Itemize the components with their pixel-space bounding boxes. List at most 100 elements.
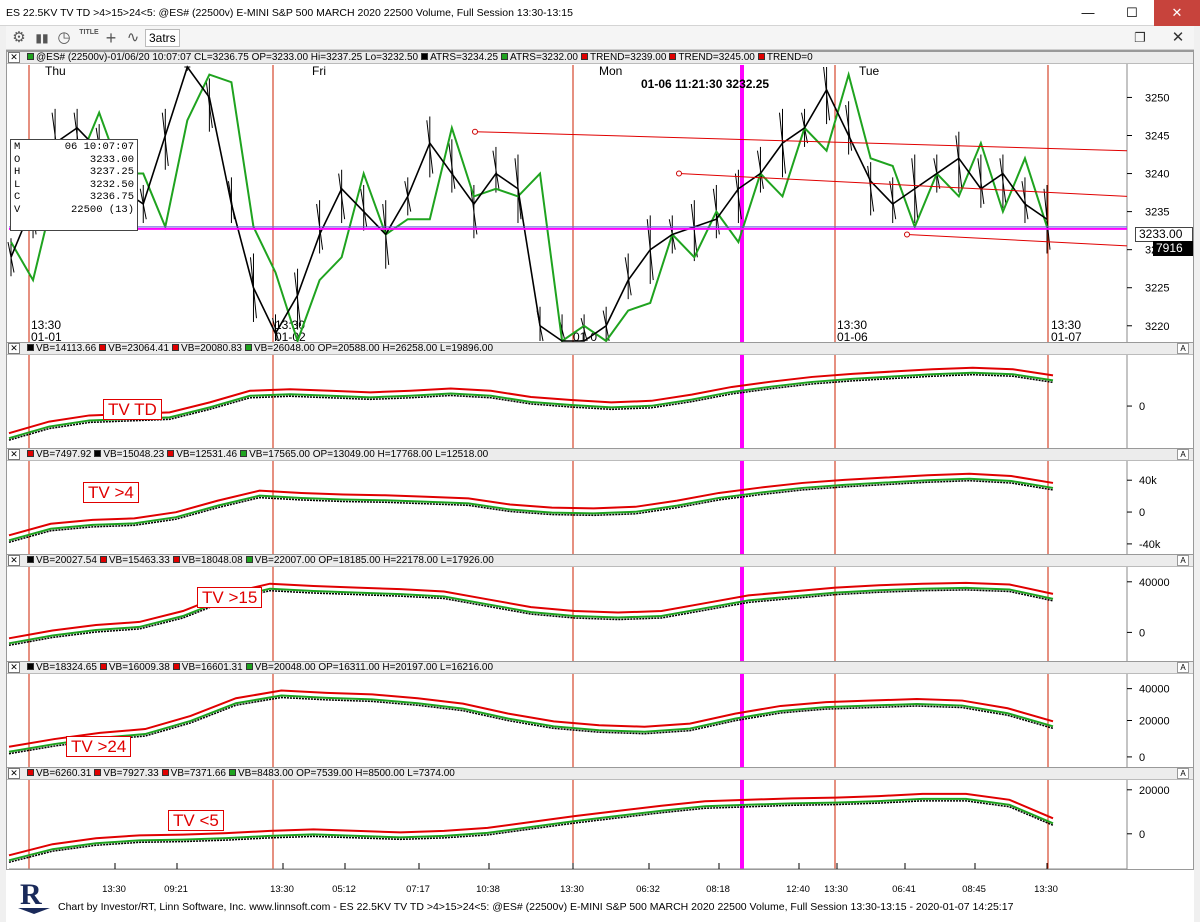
indicator-tick-label: 40k — [1139, 475, 1157, 487]
legend-swatch — [501, 53, 509, 60]
legend-swatch — [99, 344, 107, 351]
chart-area[interactable]: 3250324532403235323032253220ThuFriMonTue… — [6, 50, 1194, 870]
indicator-legend: VB=18324.65 VB=16009.38 VB=16601.31 VB=2004… — [24, 662, 493, 673]
ohlc-low: 3232.50 — [89, 178, 134, 191]
auto-scale-button[interactable]: A — [1177, 555, 1189, 566]
ohlc-volume: 22500 (13) — [70, 203, 134, 216]
legend-swatch — [172, 556, 180, 563]
legend-swatch — [27, 450, 34, 457]
legend-swatch — [27, 344, 34, 351]
price-tick-label: 3250 — [1145, 92, 1169, 104]
legend-entry: TREND=0 — [766, 52, 813, 63]
ohlc-open: 3233.00 — [89, 153, 134, 166]
clock-icon[interactable]: ◷ — [53, 28, 75, 48]
bottom-axis-time-label: 09:21 — [164, 884, 188, 895]
day-label: Tue — [859, 64, 880, 78]
close-pane-icon[interactable]: ✕ — [8, 449, 20, 460]
indicator-green-line — [8, 371, 1054, 440]
close-pane-icon[interactable]: ✕ — [8, 768, 20, 779]
legend-swatch — [161, 769, 169, 776]
trend-line — [906, 233, 1128, 247]
indicator-legend: VB=20027.54 VB=15463.33 VB=18048.08 VB=2200… — [24, 555, 494, 566]
indicator-tick-label: 0 — [1139, 507, 1145, 519]
window-title-bar[interactable]: ES 22.5KV TV TD >4>15>24<5: @ES# (22500v… — [0, 0, 1200, 26]
indicator-tick-label: 0 — [1139, 627, 1145, 639]
bottom-axis-time-label: 06:41 — [892, 884, 916, 895]
bottom-axis-time-label: 10:38 — [476, 884, 500, 895]
indicator-red-line — [8, 689, 1054, 748]
indicator-tick-label: 0 — [1139, 829, 1145, 841]
restore-icon[interactable]: ❐ — [1130, 28, 1150, 48]
legend-swatch — [580, 53, 588, 60]
indicator-legend: VB=6260.31 VB=7927.33 VB=7371.66 VB=8483.00… — [24, 768, 455, 779]
trend-anchor-dot — [676, 170, 682, 177]
bottom-axis-time-label: 13:30 — [102, 884, 126, 895]
indicator-black-line — [8, 696, 1054, 755]
indicator-tick-label: 40000 — [1139, 577, 1170, 589]
indicator-black-line — [8, 589, 1054, 647]
indicator-header-5: ✕ VB=6260.31 VB=7927.33 VB=7371.66 VB=8483.… — [7, 767, 1193, 780]
legend-swatch — [27, 663, 34, 670]
indicator-label-tv-15: TV >15 — [197, 587, 263, 608]
legend-entry: VB=14113.66 — [36, 343, 97, 354]
legend-entry: VB=15463.33 — [108, 555, 170, 566]
chart-toolbar: ⚙ ▮▮ ◷ TITLE + ∿ 3atrs ❐ ✕ — [6, 26, 1194, 50]
bottom-axis-time-label: 08:18 — [706, 884, 730, 895]
close-chart-icon[interactable]: ✕ — [1168, 28, 1188, 48]
legend-entry: VB=12531.46 — [176, 449, 238, 460]
close-pane-icon[interactable]: ✕ — [8, 52, 20, 63]
auto-scale-button[interactable]: A — [1177, 449, 1189, 460]
price-tick-label: 3245 — [1145, 131, 1169, 143]
legend-entry: VB=7927.33 — [103, 768, 159, 779]
legend-swatch — [245, 663, 253, 670]
bottom-axis-time-label: 13:30 — [560, 884, 584, 895]
bottom-axis-time-label: 12:40 — [786, 884, 810, 895]
indicator-red-line — [8, 366, 1054, 435]
auto-scale-button[interactable]: A — [1177, 768, 1189, 779]
gear-icon[interactable]: ⚙ — [8, 28, 30, 48]
legend-entry: VB=18048.08 — [181, 555, 243, 566]
indicator-header-3: ✕ VB=20027.54 VB=15463.33 VB=18048.08 VB=22… — [7, 554, 1193, 567]
indicator-tick-label: 0 — [1139, 401, 1145, 413]
minimize-button[interactable]: — — [1066, 0, 1110, 26]
price-tick-label: 3225 — [1145, 283, 1169, 295]
atrs-green-line — [10, 70, 1048, 345]
legend-entry: ATRS=3234.25 — [430, 52, 499, 63]
legend-swatch — [27, 556, 34, 563]
indicator-tick-label: 40000 — [1139, 684, 1170, 696]
last-price-tag: 3233.00 — [1135, 227, 1193, 242]
bar-chart-icon[interactable]: ▮▮ — [31, 28, 53, 48]
indicator-legend: VB=7497.92 VB=15048.23 VB=12531.46 VB=17565… — [24, 449, 488, 460]
close-pane-icon[interactable]: ✕ — [8, 343, 20, 354]
title-toggle-button[interactable]: TITLE — [78, 28, 100, 48]
trend-anchor-dot — [472, 128, 478, 135]
legend-entry: VB=8483.00 OP=7539.00 H=8500.00 L=7374.0… — [237, 768, 455, 779]
legend-entry: @ES# (22500v)-01/06/20 10:07:07 CL=3236.… — [36, 52, 419, 63]
close-pane-icon[interactable]: ✕ — [8, 555, 20, 566]
bottom-axis-time-label: 13:30 — [824, 884, 848, 895]
indicator-tick-label: -40k — [1139, 539, 1161, 551]
close-pane-icon[interactable]: ✕ — [8, 662, 20, 673]
wave-icon[interactable]: ∿ — [122, 28, 144, 48]
auto-scale-button[interactable]: A — [1177, 662, 1189, 673]
maximize-button[interactable]: ☐ — [1110, 0, 1154, 26]
auto-scale-button[interactable]: A — [1177, 343, 1189, 354]
indicator-header-2: ✕ VB=7497.92 VB=15048.23 VB=12531.46 VB=175… — [7, 448, 1193, 461]
bottom-axis-time-label: 06:32 — [636, 884, 660, 895]
indicator-label-tv-5: TV <5 — [168, 810, 224, 831]
window-title: ES 22.5KV TV TD >4>15>24<5: @ES# (22500v… — [6, 7, 573, 19]
bottom-axis-time-label: 05:12 — [332, 884, 356, 895]
legend-swatch — [27, 769, 34, 776]
legend-swatch — [669, 53, 677, 60]
close-window-button[interactable]: ✕ — [1154, 0, 1200, 26]
legend-swatch — [240, 450, 248, 457]
atrs-template-button[interactable]: 3atrs — [145, 29, 180, 47]
indicator-label-tv-24: TV >24 — [66, 736, 132, 757]
ohlc-data-box: M 06 10:07:07 O 3233.00 H 3237.25 L 3232.50 … — [10, 139, 138, 231]
chart-footer: R Chart by Investor/RT, Linn Software, I… — [6, 870, 1194, 922]
crosshair-icon[interactable]: + — [100, 28, 122, 48]
legend-entry: VB=23064.41 — [108, 343, 170, 354]
indicator-legend: VB=14113.66 VB=23064.41 VB=20080.83 VB=2604… — [24, 343, 493, 354]
legend-entry: VB=16601.31 — [181, 662, 243, 673]
day-label: Thu — [45, 64, 66, 78]
